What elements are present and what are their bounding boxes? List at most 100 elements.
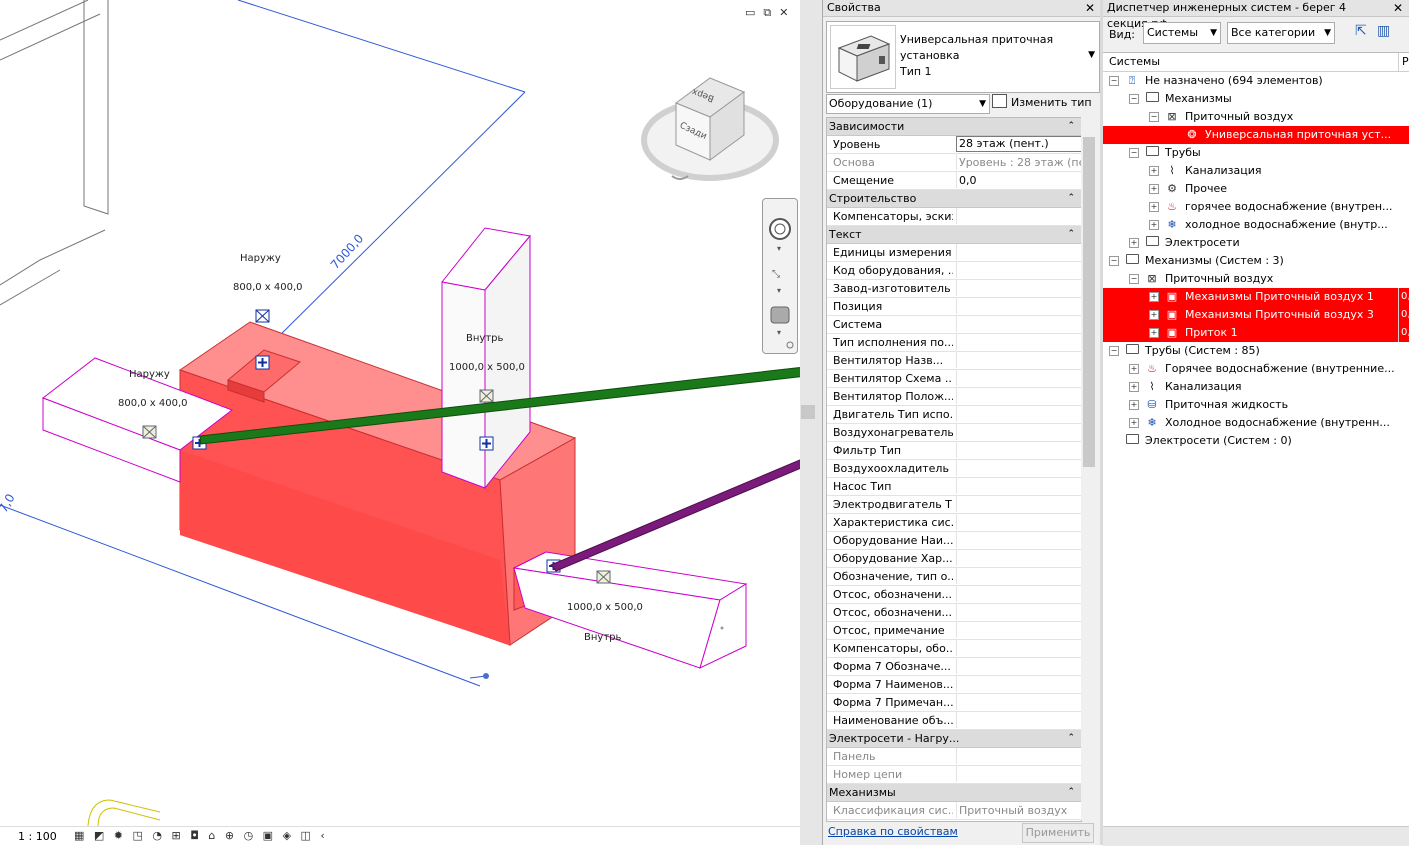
properties-help-link[interactable]: Справка по свойствам — [828, 825, 958, 838]
tree-item[interactable]: + ❄ холодное водоснабжение (внутр... — [1103, 216, 1409, 234]
tree-item[interactable]: − Трубы — [1103, 144, 1409, 162]
collapse-icon[interactable]: ⌃ — [1067, 190, 1075, 207]
tree-item[interactable]: + ▣ Приток 1 0, — [1103, 324, 1409, 342]
view-cube[interactable]: Верх Сзади — [641, 77, 779, 181]
collapse-icon[interactable]: ⌃ — [1067, 226, 1075, 243]
expand-icon[interactable]: + — [1149, 166, 1159, 176]
tree-item[interactable]: − ⊠ Приточный воздух — [1103, 270, 1409, 288]
column-header-systems[interactable]: Системы — [1109, 53, 1160, 71]
property-row[interactable]: Классификация сис... Приточный воздух — [827, 802, 1081, 820]
edit-type-button[interactable]: Изменить тип — [992, 94, 1092, 112]
property-row[interactable]: Наименование объ... — [827, 712, 1081, 730]
property-value[interactable] — [956, 640, 1081, 656]
instance-filter-dropdown[interactable]: Оборудование (1) ▼ — [826, 94, 990, 114]
tree-item[interactable]: + ❄ Холодное водоснабжение (внутренн... — [1103, 414, 1409, 432]
collapse-icon[interactable]: − — [1109, 256, 1119, 266]
tree-item[interactable]: Электросети (Систем : 0) — [1103, 432, 1409, 450]
property-row[interactable]: Панель — [827, 748, 1081, 766]
property-row[interactable]: Насос Тип — [827, 478, 1081, 496]
property-value[interactable] — [956, 262, 1081, 278]
property-row[interactable]: Отсос, примечание — [827, 622, 1081, 640]
property-value[interactable] — [956, 514, 1081, 530]
tree-item[interactable]: + ⛁ Приточная жидкость — [1103, 396, 1409, 414]
tree-item[interactable]: + Электросети — [1103, 234, 1409, 252]
property-row[interactable]: Электродвигатель Т... — [827, 496, 1081, 514]
tree-item[interactable]: + ♨ Горячее водоснабжение (внутренние... — [1103, 360, 1409, 378]
property-row[interactable]: Фильтр Тип — [827, 442, 1081, 460]
property-value[interactable] — [956, 604, 1081, 620]
property-value[interactable] — [956, 568, 1081, 584]
property-value[interactable] — [956, 208, 1081, 224]
minimize-icon[interactable]: ▭ — [745, 6, 763, 19]
property-group-header[interactable]: Строительство ⌃ — [827, 190, 1081, 208]
systems-tree[interactable]: Системы Р − ⍰ Не назначено (694 элементов)… — [1103, 52, 1409, 846]
chevron-down-icon[interactable]: ▾ — [777, 244, 781, 253]
chevron-down-icon[interactable]: ▾ — [777, 286, 781, 295]
property-row[interactable]: Позиция — [827, 298, 1081, 316]
property-value[interactable] — [956, 370, 1081, 386]
property-value[interactable] — [956, 532, 1081, 548]
property-row[interactable]: Тип исполнения по... — [827, 334, 1081, 352]
collapse-icon[interactable]: ⌃ — [1067, 118, 1075, 135]
viewport-scrollbar[interactable] — [800, 0, 822, 845]
property-row[interactable]: Двигатель Тип испо... — [827, 406, 1081, 424]
property-group-header[interactable]: Текст ⌃ — [827, 226, 1081, 244]
property-row[interactable]: Единицы измерения — [827, 244, 1081, 262]
property-group-header[interactable]: Механизмы ⌃ — [827, 784, 1081, 802]
property-row[interactable]: Форма 7 Примечан... — [827, 694, 1081, 712]
chevron-down-icon[interactable]: ▼ — [1210, 23, 1217, 43]
property-value[interactable] — [956, 478, 1081, 494]
property-value[interactable] — [956, 460, 1081, 476]
close-icon[interactable]: ✕ — [1085, 0, 1095, 16]
expand-icon[interactable]: + — [1129, 400, 1139, 410]
collapse-icon[interactable]: − — [1129, 274, 1139, 284]
property-value[interactable] — [956, 442, 1081, 458]
tree-item[interactable]: − Механизмы — [1103, 90, 1409, 108]
navbar-close-icon[interactable] — [786, 341, 794, 349]
apply-button[interactable]: Применить — [1022, 823, 1094, 843]
steering-wheel-icon[interactable] — [769, 218, 791, 240]
property-value[interactable] — [956, 622, 1081, 638]
expand-icon[interactable]: + — [1129, 382, 1139, 392]
property-value[interactable] — [956, 244, 1081, 260]
collapse-icon[interactable]: − — [1129, 94, 1139, 104]
orbit-icon[interactable] — [770, 306, 790, 324]
property-row[interactable]: Номер цепи — [827, 766, 1081, 784]
properties-grid[interactable]: Зависимости ⌃ Уровень 28 этаж (пент.) Основа… — [826, 117, 1082, 822]
expand-icon[interactable]: + — [1149, 202, 1159, 212]
property-group-header[interactable]: Электросети - Нагру... ⌃ — [827, 730, 1081, 748]
property-row[interactable]: Воздухонагреватель... — [827, 424, 1081, 442]
restore-icon[interactable]: ⧉ — [763, 6, 779, 19]
expand-icon[interactable]: + — [1129, 418, 1139, 428]
tree-item[interactable]: ❂ Универсальная приточная уст... — [1103, 126, 1409, 144]
tree-item[interactable]: + ⚙ Прочее — [1103, 180, 1409, 198]
collapse-icon[interactable]: − — [1109, 346, 1119, 356]
property-value[interactable] — [956, 334, 1081, 350]
category-dropdown[interactable]: Все категории ▼ — [1227, 22, 1335, 44]
tree-item[interactable]: − Механизмы (Систем : 3) — [1103, 252, 1409, 270]
chevron-down-icon[interactable]: ▼ — [1088, 50, 1095, 60]
property-row[interactable]: Вентилятор Полож... — [827, 388, 1081, 406]
view-control-icons[interactable]: ▦ ◩ ✹ ◳ ◔ ⊞ ◘ ⌂ ⊕ ◷ ▣ ◈ ◫ ‹ — [74, 829, 328, 842]
scroll-thumb[interactable] — [1083, 137, 1095, 467]
property-value[interactable] — [956, 424, 1081, 440]
tree-item[interactable]: − Трубы (Систем : 85) — [1103, 342, 1409, 360]
tree-item[interactable]: + ⌇ Канализация — [1103, 162, 1409, 180]
property-row[interactable]: Код оборудования, ... — [827, 262, 1081, 280]
property-value[interactable] — [956, 658, 1081, 674]
property-row[interactable]: Компенсаторы, эскиз — [827, 208, 1081, 226]
property-row[interactable]: Оборудование Наи... — [827, 532, 1081, 550]
property-group-header[interactable]: Зависимости ⌃ — [827, 118, 1081, 136]
property-row[interactable]: Обозначение, тип о... — [827, 568, 1081, 586]
property-row[interactable]: Вентилятор Схема ... — [827, 370, 1081, 388]
tree-item[interactable]: + ▣ Механизмы Приточный воздух 1 0, — [1103, 288, 1409, 306]
expand-icon[interactable]: + — [1149, 310, 1159, 320]
property-value[interactable] — [956, 406, 1081, 422]
expand-icon[interactable]: + — [1149, 184, 1159, 194]
tree-item[interactable]: + ▣ Механизмы Приточный воздух 3 0, — [1103, 306, 1409, 324]
property-row[interactable]: Основа Уровень : 28 этаж (пе — [827, 154, 1081, 172]
close-icon[interactable]: ✕ — [779, 6, 796, 19]
property-row[interactable]: Отсос, обозначени... — [827, 586, 1081, 604]
property-row[interactable]: Воздухоохладитель ... — [827, 460, 1081, 478]
model-view[interactable]: 7000,0 7,0 Наружу 800,0 x 400,0 Наружу 8… — [0, 0, 800, 826]
